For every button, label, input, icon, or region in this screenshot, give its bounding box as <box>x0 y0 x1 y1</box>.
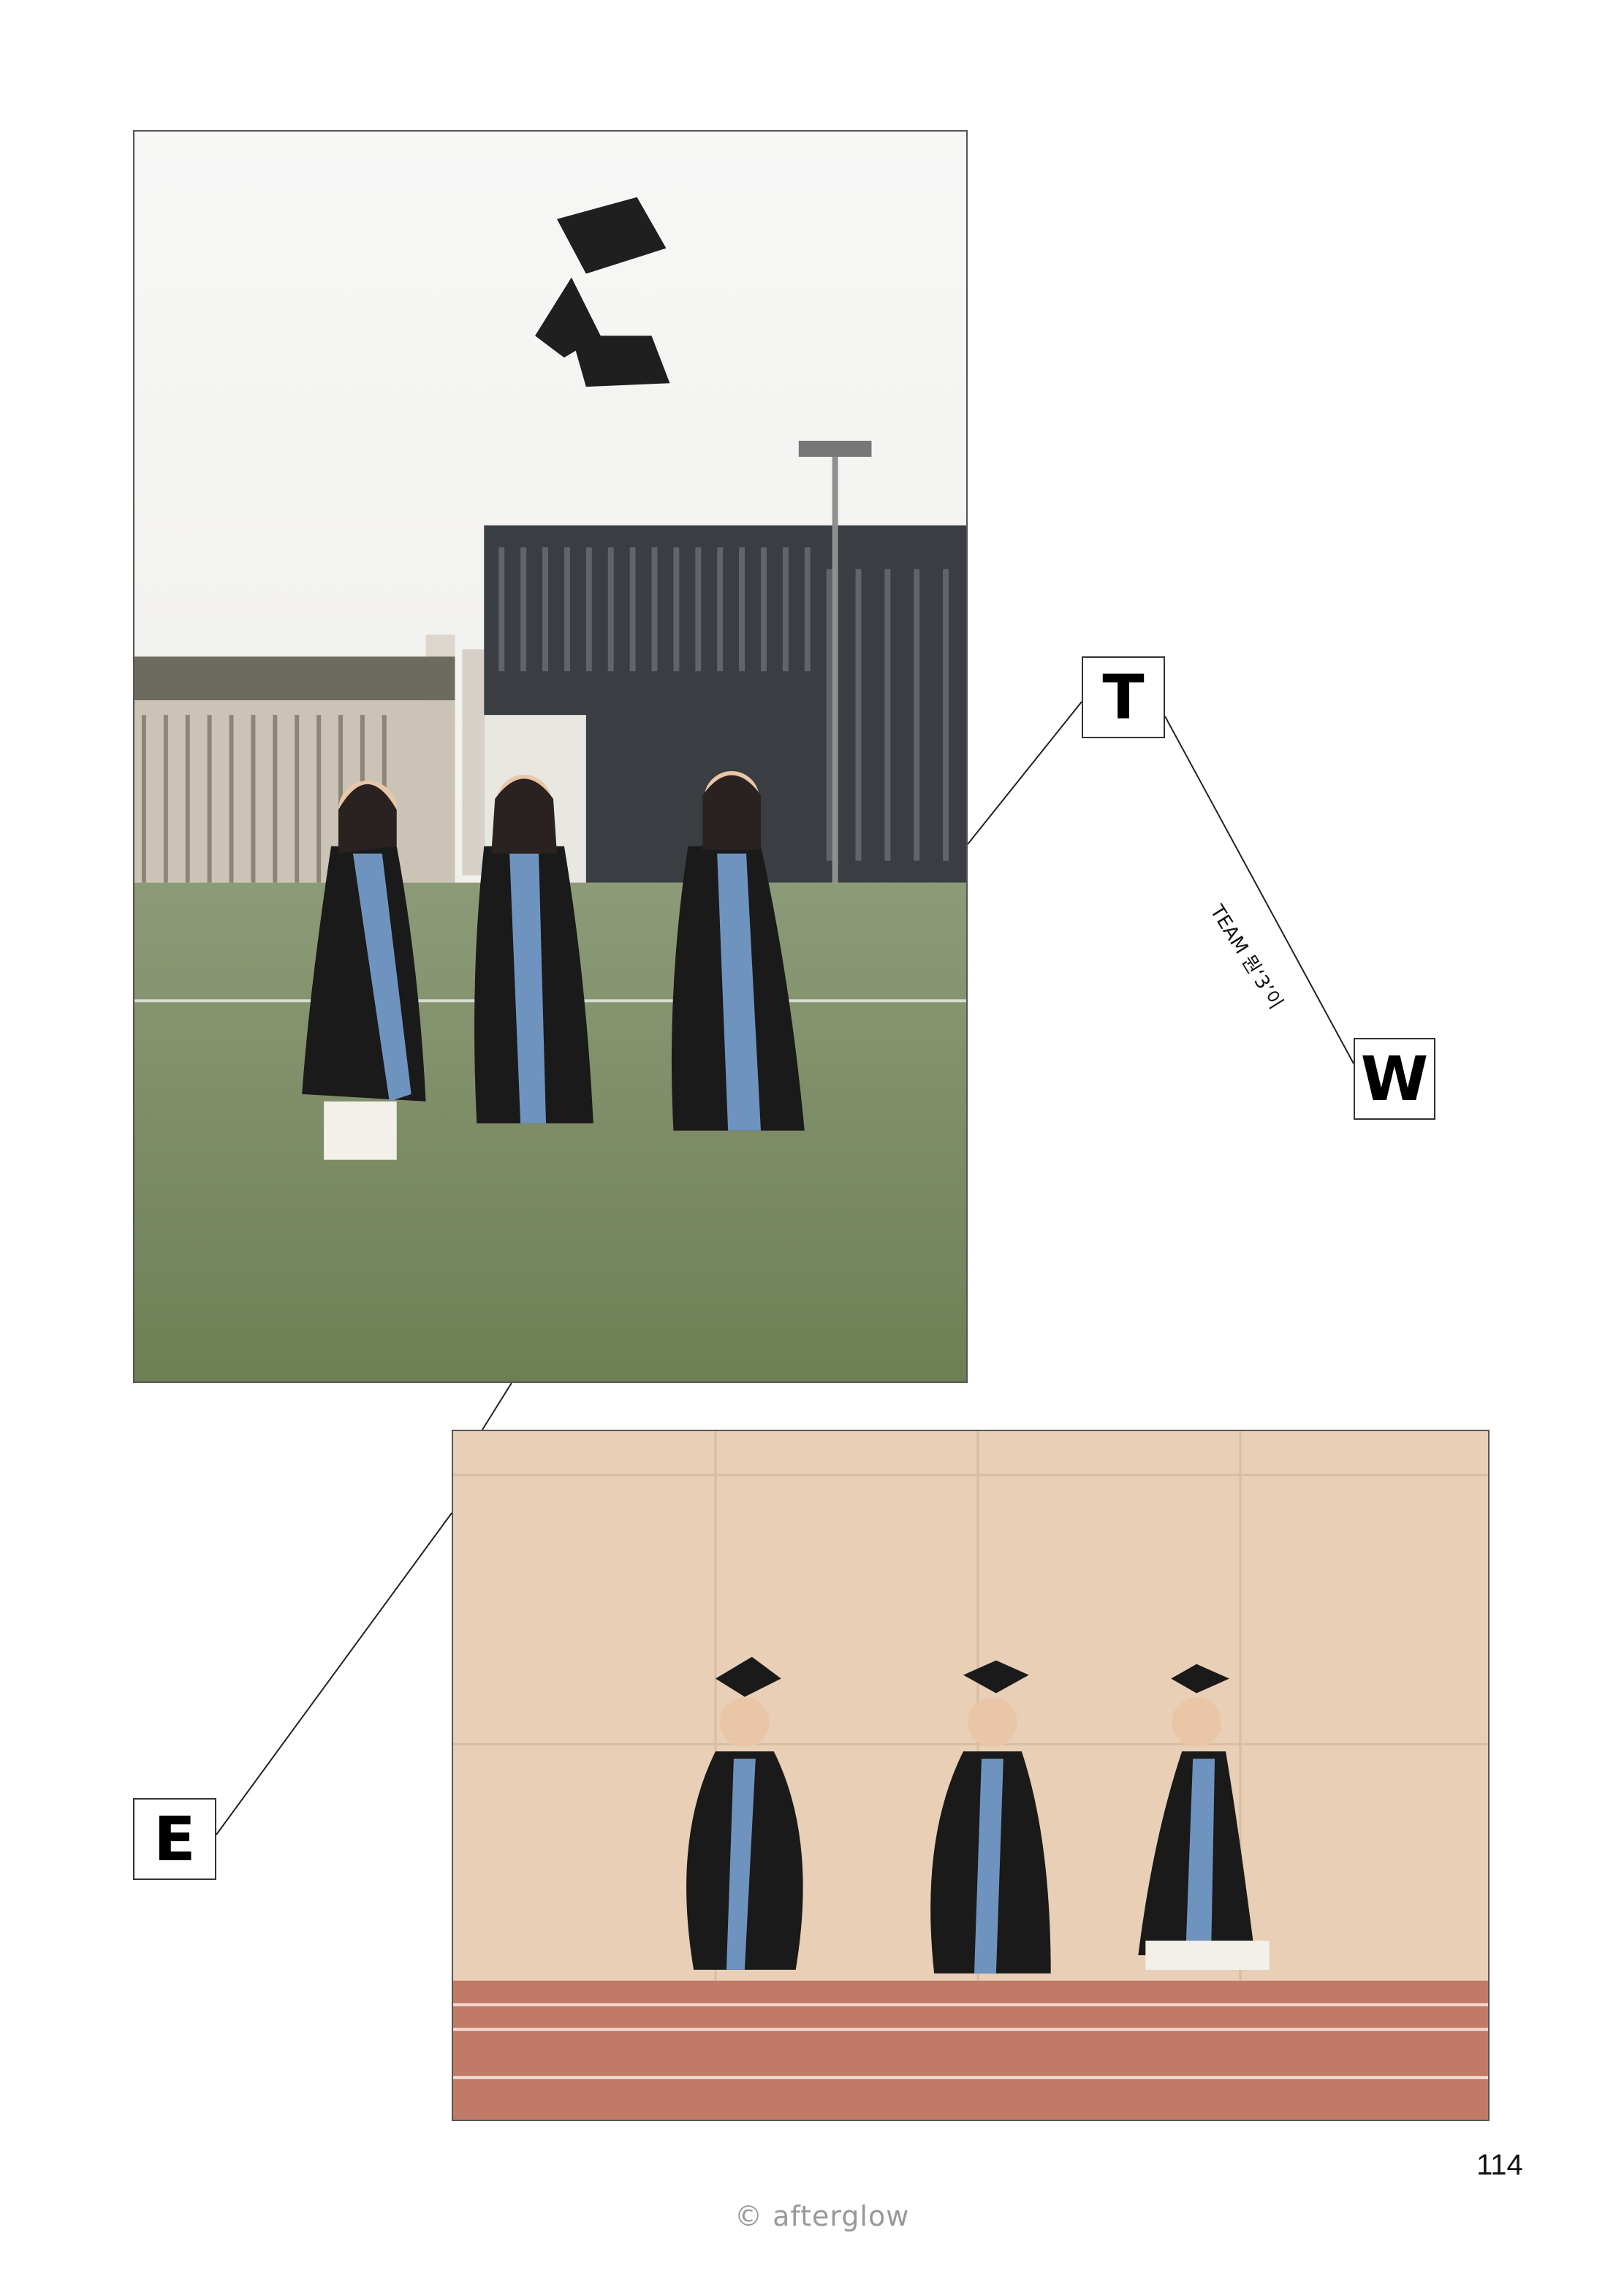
photo-top-illustration <box>134 132 966 1381</box>
photo-bottom-illustration <box>453 1431 1488 2120</box>
connector-t-to-w <box>1164 716 1354 1064</box>
callout-w: W <box>1354 1038 1435 1120</box>
connector-top-photo-to-t <box>967 701 1082 845</box>
photo-top-caps-toss <box>133 130 968 1383</box>
footer-credit: © afterglow <box>735 2200 910 2232</box>
page-number: 114 <box>1476 2149 1523 2181</box>
connector-top-to-bottom-photo <box>482 1382 512 1430</box>
photo-bottom-track-walk <box>452 1430 1490 2121</box>
connector-bottom-photo-to-e <box>216 1512 452 1835</box>
team-label: TEAM 뭔‘3’이 <box>1205 901 1287 1014</box>
callout-t: T <box>1082 656 1165 738</box>
callout-e: E <box>133 1798 216 1880</box>
